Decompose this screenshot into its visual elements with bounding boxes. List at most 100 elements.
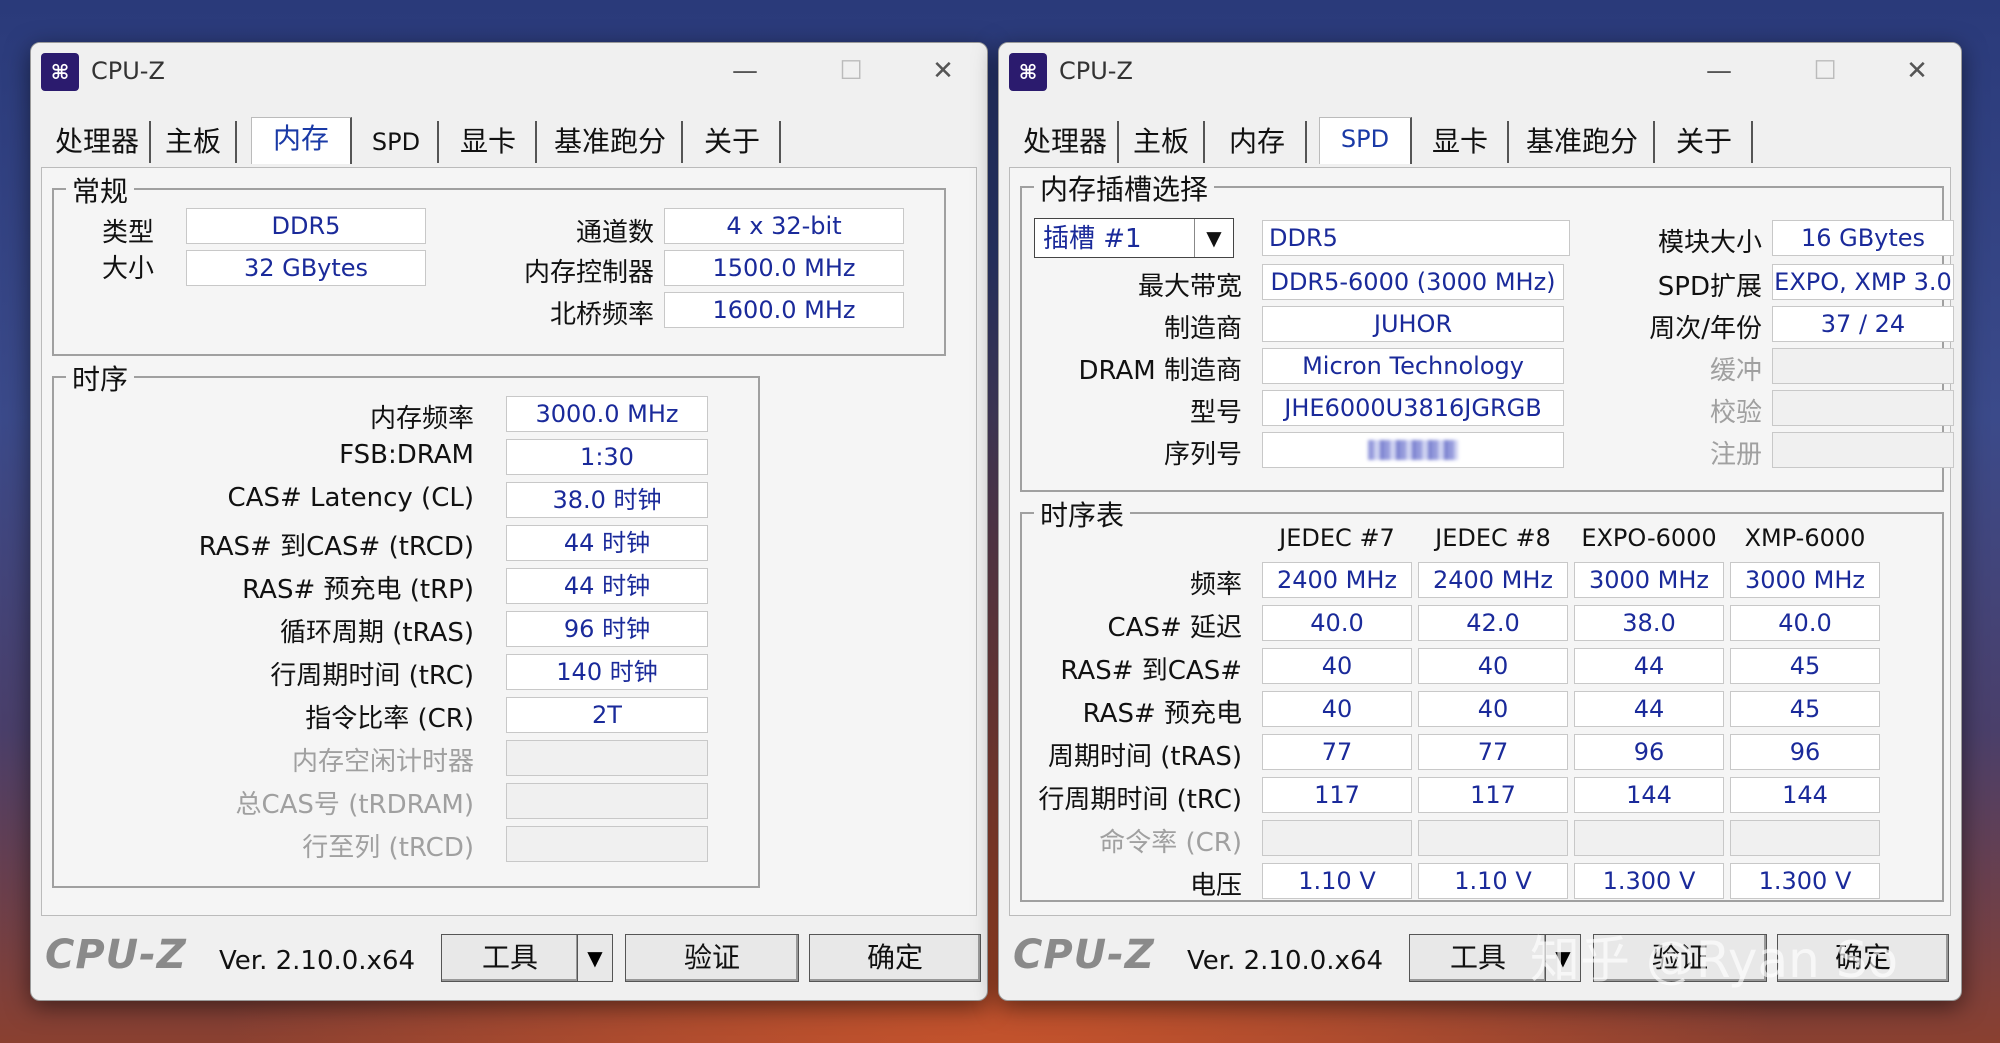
tab-about[interactable]: 关于 (1657, 121, 1753, 163)
timing-cell: 117 (1418, 777, 1568, 813)
timing-value (506, 826, 708, 862)
cpuz-logo: CPU-Z (45, 932, 187, 978)
maximize-icon[interactable]: ☐ (821, 51, 881, 91)
validate-button[interactable]: 验证 (625, 934, 799, 982)
timing-cell: 144 (1730, 777, 1880, 813)
week-year-value: 37 / 24 (1772, 306, 1954, 342)
cpuz-app-icon: ⌘ (1009, 53, 1047, 91)
type-value: DDR5 (186, 208, 426, 244)
timing-cell: 45 (1730, 648, 1880, 684)
timing-cell: 77 (1418, 734, 1568, 770)
channels-label: 通道数 (575, 218, 654, 248)
registered-value (1772, 432, 1954, 468)
timing-cell: 45 (1730, 691, 1880, 727)
title-bar[interactable]: ⌘ CPU-Z — ☐ ✕ (31, 43, 987, 107)
tools-dropdown-icon[interactable]: ▼ (577, 934, 613, 982)
column-header: JEDEC #8 (1435, 524, 1551, 552)
close-icon[interactable]: ✕ (913, 51, 973, 91)
max-bandwidth-label: 最大带宽 (1137, 272, 1242, 302)
tab-bench[interactable]: 基准跑分 (1511, 121, 1655, 163)
timing-cell: 44 (1574, 648, 1724, 684)
close-icon[interactable]: ✕ (1887, 51, 1947, 91)
timing-value: 1:30 (506, 439, 708, 475)
timing-cell: 96 (1574, 734, 1724, 770)
tab-graphics[interactable]: 显卡 (1413, 121, 1509, 163)
tab-memory[interactable]: 内存 (1209, 121, 1307, 163)
column-header: EXPO-6000 (1581, 524, 1717, 552)
timing-value: 44 时钟 (506, 568, 708, 604)
timing-label: 行周期时间 (tRC) (270, 661, 474, 691)
tab-about[interactable]: 关于 (685, 121, 781, 163)
timing-cell: 117 (1262, 777, 1412, 813)
mem-controller-label: 内存控制器 (523, 258, 654, 288)
tab-bench[interactable]: 基准跑分 (539, 121, 683, 163)
timing-label: RAS# 到CAS# (tRCD) (198, 532, 474, 562)
timing-cell: 42.0 (1418, 605, 1568, 641)
ok-button[interactable]: 确定 (809, 934, 981, 982)
serial-value (1262, 432, 1564, 468)
spd-ext-value: EXPO, XMP 3.0 (1772, 264, 1954, 300)
timing-value: 44 时钟 (506, 525, 708, 561)
tools-button[interactable]: 工具 (1409, 934, 1547, 982)
slot-group: 内存插槽选择 插槽 #1 ▼ DDR5 模块大小 16 GBytes 最大带宽 … (1020, 168, 1954, 492)
tab-spd[interactable]: SPD (1319, 117, 1412, 164)
spd-panel: 内存插槽选择 插槽 #1 ▼ DDR5 模块大小 16 GBytes 最大带宽 … (1009, 167, 1954, 916)
tab-graphics[interactable]: 显卡 (441, 121, 537, 163)
timing-value: 96 时钟 (506, 611, 708, 647)
timing-value: 38.0 时钟 (506, 482, 708, 518)
tab-processor[interactable]: 处理器 (1013, 121, 1119, 163)
timing-row-label: RAS# 预充电 (1082, 699, 1242, 729)
general-title: 常规 (66, 170, 135, 210)
minimize-icon[interactable]: — (715, 51, 775, 91)
module-size-label: 模块大小 (1657, 228, 1762, 258)
mem-controller-value: 1500.0 MHz (664, 250, 904, 286)
cpuz-window-spd: ⌘ CPU-Z — ☐ ✕ 处理器 主板 内存 SPD 显卡 基准跑分 关于 内… (998, 42, 1962, 1001)
timings-title: 时序 (66, 358, 135, 398)
dram-mfr-value: Micron Technology (1262, 348, 1564, 384)
tab-spd[interactable]: SPD (355, 121, 439, 163)
correction-value (1772, 390, 1954, 426)
timing-row-label: 命令率 (CR) (1099, 828, 1242, 858)
maximize-icon[interactable]: ☐ (1795, 51, 1855, 91)
size-value: 32 GBytes (186, 250, 426, 286)
window-title: CPU-Z (1059, 57, 1133, 85)
spd-ext-label: SPD扩展 (1657, 272, 1762, 302)
timing-cell: 2400 MHz (1418, 562, 1568, 598)
tab-mainboard[interactable]: 主板 (151, 121, 237, 163)
timing-label: 内存空闲计时器 (291, 747, 474, 777)
timing-table-group: 时序表 JEDEC #7 JEDEC #8 EXPO-6000 XMP-6000… (1020, 494, 1944, 902)
correction-label: 校验 (1709, 398, 1762, 428)
chevron-down-icon[interactable]: ▼ (1194, 219, 1233, 257)
timing-cell: 40.0 (1262, 605, 1412, 641)
tools-button[interactable]: 工具 (441, 934, 579, 982)
timing-row-label: 频率 (1189, 570, 1242, 600)
timing-value: 2T (506, 697, 708, 733)
part-number-value: JHE6000U3816JGRGB (1262, 390, 1564, 426)
buffered-label: 缓冲 (1709, 356, 1762, 386)
manufacturer-value: JUHOR (1262, 306, 1564, 342)
slot-select[interactable]: 插槽 #1 ▼ (1034, 218, 1234, 258)
title-bar[interactable]: ⌘ CPU-Z — ☐ ✕ (999, 43, 1961, 107)
slot-select-value: 插槽 #1 (1043, 224, 1142, 254)
part-number-label: 型号 (1189, 398, 1242, 428)
tab-mainboard[interactable]: 主板 (1119, 121, 1205, 163)
timing-cell: 1.10 V (1262, 863, 1412, 899)
timing-label: 循环周期 (tRAS) (279, 618, 474, 648)
tab-memory[interactable]: 内存 (251, 117, 352, 164)
serial-label: 序列号 (1163, 440, 1242, 470)
tab-processor[interactable]: 处理器 (45, 121, 151, 163)
timing-label: FSB:DRAM (339, 440, 474, 470)
timing-cell: 40.0 (1730, 605, 1880, 641)
minimize-icon[interactable]: — (1689, 51, 1749, 91)
timing-cell: 38.0 (1574, 605, 1724, 641)
window-title: CPU-Z (91, 57, 165, 85)
bottom-bar: CPU-Z Ver. 2.10.0.x64 工具 ▼ 验证 确定 (31, 920, 987, 1000)
timing-label: RAS# 预充电 (tRP) (242, 575, 474, 605)
cpuz-app-icon: ⌘ (41, 53, 79, 91)
timing-cell: 3000 MHz (1574, 562, 1724, 598)
column-header: XMP-6000 (1744, 524, 1866, 552)
timing-label: CAS# Latency (CL) (227, 483, 474, 513)
timing-label: 总CAS号 (tRDRAM) (235, 790, 474, 820)
timing-cell: 40 (1262, 648, 1412, 684)
manufacturer-label: 制造商 (1163, 314, 1242, 344)
